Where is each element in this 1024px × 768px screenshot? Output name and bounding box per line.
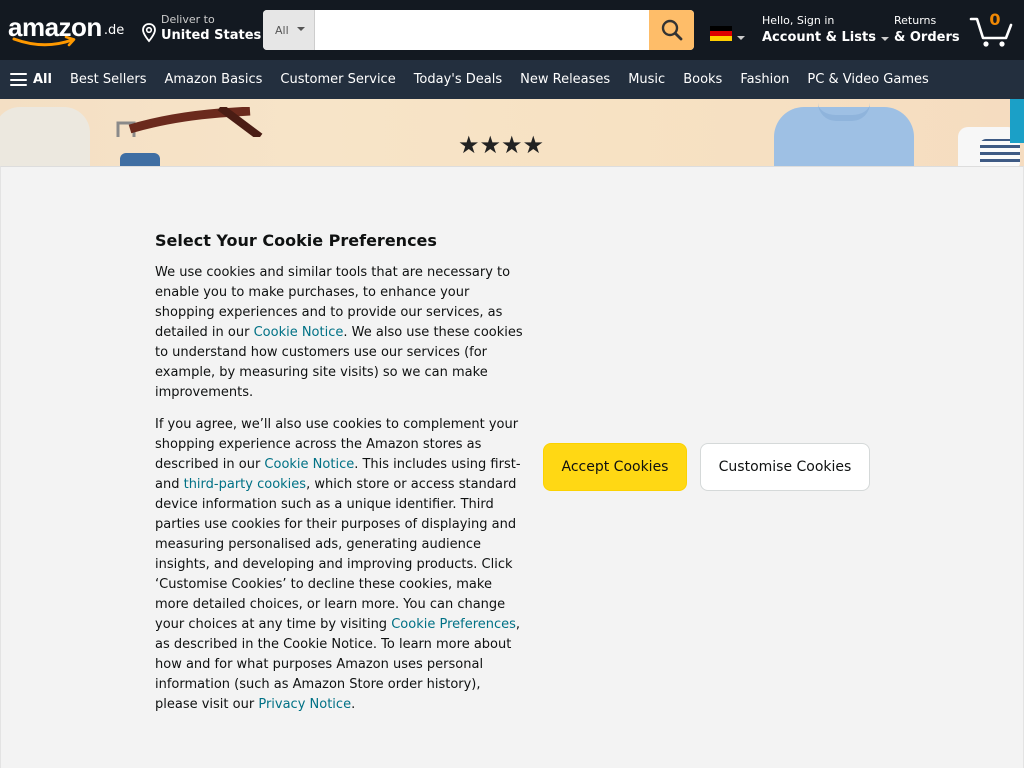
nav-item-amazon-basics[interactable]: Amazon Basics — [165, 72, 263, 87]
cookie-notice-link[interactable]: Cookie Notice — [264, 457, 354, 472]
search-input[interactable] — [315, 10, 649, 50]
cookie-preferences-link[interactable]: Cookie Preferences — [391, 617, 516, 632]
returns-label: Returns — [894, 14, 937, 27]
deliver-label: Deliver to — [161, 13, 215, 26]
amazon-logo[interactable]: amazon .de — [8, 14, 124, 48]
department-label: All — [275, 23, 289, 37]
striped-shirt-image — [980, 139, 1020, 167]
hamburger-icon — [10, 73, 27, 86]
jeans-image — [120, 153, 160, 167]
top-header: amazon .de Deliver to United States All — [0, 0, 1024, 60]
nav-item-new-releases[interactable]: New Releases — [520, 72, 610, 87]
third-party-cookies-link[interactable]: third-party cookies — [184, 477, 306, 492]
accept-cookies-button[interactable]: Accept Cookies — [543, 443, 687, 491]
nav-bar: All Best Sellers Amazon Basics Customer … — [0, 60, 1024, 99]
account-label: Account & Lists — [762, 30, 876, 45]
nav-item-books[interactable]: Books — [683, 72, 722, 87]
cookie-title: Select Your Cookie Preferences — [155, 231, 437, 250]
cookie-paragraph-2: If you agree, we’ll also use cookies to … — [155, 417, 521, 712]
orders-label: & Orders — [894, 30, 960, 45]
cookie-notice-link[interactable]: Cookie Notice — [254, 325, 344, 340]
search-icon — [661, 19, 682, 41]
blue-sweatshirt-image — [774, 107, 914, 167]
cookie-text-block: Select Your Cookie Preferences We use co… — [155, 231, 527, 715]
account-and-lists[interactable]: Hello, Sign in Account & Lists — [762, 13, 889, 47]
nav-all-label: All — [33, 72, 52, 87]
cart-button[interactable]: 0 — [968, 10, 1018, 50]
nav-item-todays-deals[interactable]: Today's Deals — [414, 72, 502, 87]
caret-down-icon — [296, 27, 305, 31]
location-pin-icon — [142, 23, 156, 43]
deliver-location: United States — [161, 28, 262, 43]
deliver-to[interactable]: Deliver to United States — [140, 13, 261, 45]
nav-item-fashion[interactable]: Fashion — [740, 72, 789, 87]
nav-item-pc-video-games[interactable]: PC & Video Games — [807, 72, 928, 87]
rating-stars: ★★★★ — [458, 131, 545, 159]
logo-tld: .de — [103, 23, 125, 38]
account-greeting: Hello, Sign in — [762, 14, 835, 27]
nav-item-best-sellers[interactable]: Best Sellers — [70, 72, 147, 87]
customise-cookies-button[interactable]: Customise Cookies — [700, 443, 870, 491]
sweatshirt-image — [0, 107, 90, 167]
cookie-consent-overlay: Select Your Cookie Preferences We use co… — [0, 166, 1024, 768]
caret-down-icon — [737, 36, 745, 40]
promo-banner[interactable]: ★★★★ — [0, 99, 1024, 167]
germany-flag-icon[interactable] — [710, 26, 732, 41]
belt-image — [116, 107, 263, 137]
cookie-paragraph-1: We use cookies and similar tools that ar… — [155, 265, 523, 400]
privacy-notice-link[interactable]: Privacy Notice — [258, 697, 351, 712]
search-department-select[interactable]: All — [263, 10, 315, 50]
nav-item-customer-service[interactable]: Customer Service — [280, 72, 395, 87]
nav-all-menu[interactable]: All — [10, 72, 52, 87]
cart-count: 0 — [989, 10, 1001, 29]
banner-accent — [1010, 99, 1024, 143]
search-button[interactable] — [649, 10, 694, 50]
nav-item-music[interactable]: Music — [628, 72, 665, 87]
smile-arrow-icon — [12, 36, 76, 47]
returns-and-orders[interactable]: Returns & Orders — [894, 13, 960, 47]
caret-down-icon — [880, 37, 889, 41]
search-bar: All — [263, 10, 694, 50]
